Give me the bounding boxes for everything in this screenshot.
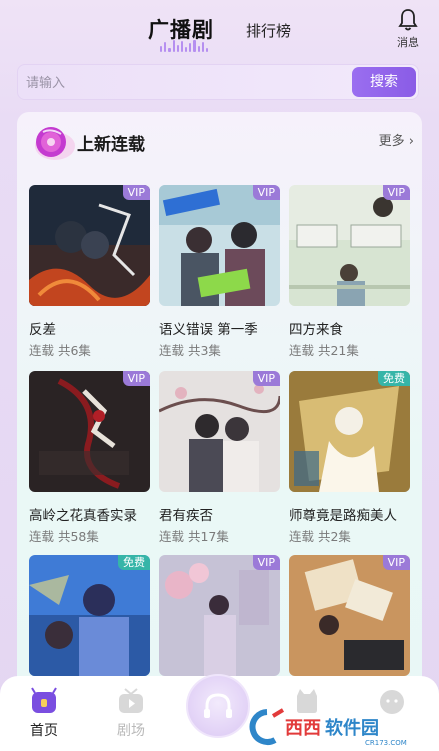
drama-cover[interactable]: VIP <box>29 185 150 306</box>
nav-home[interactable]: 首页 <box>14 686 74 740</box>
nav-home-label: 首页 <box>30 723 58 739</box>
drama-episodes: 连载 共21集 <box>289 343 359 358</box>
drama-card[interactable]: VIP <box>289 555 410 676</box>
nav-theater-label: 剧场 <box>117 723 145 739</box>
drama-episodes: 连载 共2集 <box>289 529 351 544</box>
drama-cover[interactable]: 免费 <box>29 555 150 676</box>
drama-card[interactable]: VIP 高岭之花真香实录 连载 共58集 <box>29 371 150 544</box>
drama-card[interactable]: VIP 君有疾否 连载 共17集 <box>159 371 280 544</box>
notification-label: 消息 <box>397 36 419 49</box>
new-serial-section: 上新连载 更多 › VIP 反差 连载 共6集 VIP 语义错误 第一季 连载 … <box>17 112 422 692</box>
svg-text:西西: 西西 <box>285 718 321 739</box>
headphones-icon <box>204 693 232 718</box>
nav-theater[interactable]: 剧场 <box>101 686 161 740</box>
vip-badge: VIP <box>382 555 410 570</box>
drama-cover[interactable]: VIP <box>159 371 280 492</box>
drama-cover[interactable]: VIP <box>289 555 410 676</box>
more-link[interactable]: 更多 › <box>379 130 414 149</box>
free-badge: 免费 <box>118 555 150 570</box>
drama-card[interactable]: VIP 反差 连载 共6集 <box>29 185 150 358</box>
vip-badge: VIP <box>122 185 150 200</box>
drama-title: 语义错误 第一季 <box>159 322 258 338</box>
drama-cover[interactable]: VIP <box>29 371 150 492</box>
drama-episodes: 连载 共3集 <box>159 343 221 358</box>
drama-card[interactable]: 免费 师尊竟是路痴美人 连载 共2集 <box>289 371 410 544</box>
vip-badge: VIP <box>252 555 280 570</box>
audio-player-button[interactable] <box>186 674 250 738</box>
drama-title: 师尊竟是路痴美人 <box>289 508 397 524</box>
top-header: 广播剧 排行榜 消息 <box>0 0 439 58</box>
section-title: 上新连载 <box>77 135 145 155</box>
vip-badge: VIP <box>252 185 280 200</box>
search-bar: 搜索 <box>17 64 419 100</box>
search-button[interactable]: 搜索 <box>352 67 416 97</box>
search-input[interactable] <box>26 72 346 94</box>
free-badge: 免费 <box>378 371 410 386</box>
tab-ranking[interactable]: 排行榜 <box>246 20 291 41</box>
drama-title: 高岭之花真香实录 <box>29 508 137 524</box>
drama-title: 反差 <box>29 322 56 338</box>
drama-card[interactable]: VIP <box>159 555 280 676</box>
svg-text:CR173.COM: CR173.COM <box>365 739 407 746</box>
vinyl-record-icon <box>35 127 75 160</box>
drama-episodes: 连载 共17集 <box>159 529 229 544</box>
drama-cover[interactable]: 免费 <box>289 371 410 492</box>
drama-cover[interactable]: VIP <box>289 185 410 306</box>
drama-cover[interactable]: VIP <box>159 555 280 676</box>
drama-title: 君有疾否 <box>159 508 213 524</box>
chevron-right-icon: › <box>408 134 414 149</box>
more-label: 更多 <box>378 134 405 149</box>
drama-title: 四方来食 <box>289 322 343 338</box>
sound-wave-icon <box>160 40 209 52</box>
tv-icon <box>119 688 143 713</box>
vip-badge: VIP <box>382 185 410 200</box>
watermark-logo: 西西 软件园 CR173.COM <box>245 706 435 747</box>
vip-badge: VIP <box>122 371 150 386</box>
drama-card[interactable]: 免费 <box>29 555 150 676</box>
svg-text:软件园: 软件园 <box>325 717 379 739</box>
drama-episodes: 连载 共58集 <box>29 529 99 544</box>
notification-button[interactable]: 消息 <box>392 8 424 54</box>
vip-badge: VIP <box>252 371 280 386</box>
drama-card[interactable]: VIP 四方来食 连载 共21集 <box>289 185 410 358</box>
drama-card[interactable]: VIP 语义错误 第一季 连载 共3集 <box>159 185 280 358</box>
drama-cover[interactable]: VIP <box>159 185 280 306</box>
drama-episodes: 连载 共6集 <box>29 343 91 358</box>
home-icon <box>31 687 57 713</box>
bell-icon <box>398 9 418 31</box>
